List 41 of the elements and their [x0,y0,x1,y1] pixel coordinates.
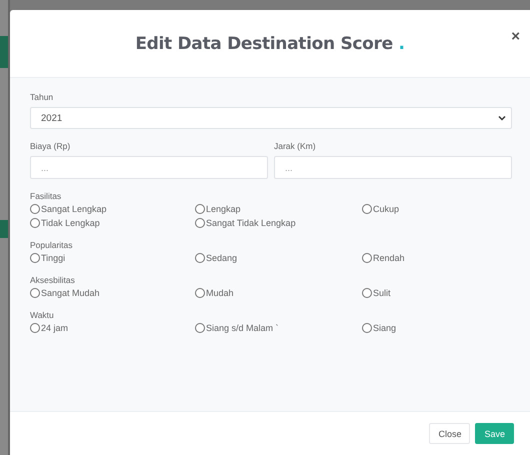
group-label: Waktu [30,310,55,320]
radio-button[interactable] [195,323,205,333]
field-label: Biaya (Rp) [30,141,72,151]
close-button[interactable]: Close [429,423,470,444]
radio-button[interactable] [362,323,372,333]
radio-button[interactable] [195,218,205,228]
radio-label: Lengkap [206,204,241,214]
radio-button[interactable] [30,253,40,263]
radio-button[interactable] [30,204,40,214]
group-label: Aksesbilitas [30,275,76,285]
radio-label: Sangat Lengkap [41,204,107,214]
field-label: Tahun [30,92,54,102]
input-field[interactable]: ... [274,156,512,179]
radio-button[interactable] [195,253,205,263]
radio-button[interactable] [362,288,372,298]
radio-label: Tidak Lengkap [41,218,100,228]
radio-label: Siang s/d Malam ` [206,323,279,333]
radio-label: Sulit [373,288,391,298]
radio-label: 24 jam [41,323,68,333]
chevron-icon [498,115,506,121]
radio-button[interactable] [195,204,205,214]
radio-button[interactable] [30,288,40,298]
radio-button[interactable] [362,204,372,214]
radio-label: Sangat Tidak Lengkap [206,218,296,228]
radio-button[interactable] [30,218,40,228]
radio-label: Cukup [373,204,400,214]
radio-button[interactable] [30,323,40,333]
radio-label: Tinggi [41,253,66,263]
radio-button[interactable] [195,288,205,298]
input-field[interactable]: ... [30,156,268,179]
group-label: Fasilitas [30,191,62,201]
radio-label: Sedang [206,253,238,263]
radio-label: Siang [373,323,396,333]
modal-title: Edit Data Destination Score . [135,34,405,54]
radio-label: Sangat Mudah [41,288,100,298]
radio-label: Mudah [206,288,234,298]
year-select[interactable]: 2021 [30,107,512,129]
field-label: Jarak (Km) [274,141,317,151]
radio-label: Rendah [373,253,405,263]
radio-button[interactable] [362,253,372,263]
group-label: Popularitas [30,240,74,250]
